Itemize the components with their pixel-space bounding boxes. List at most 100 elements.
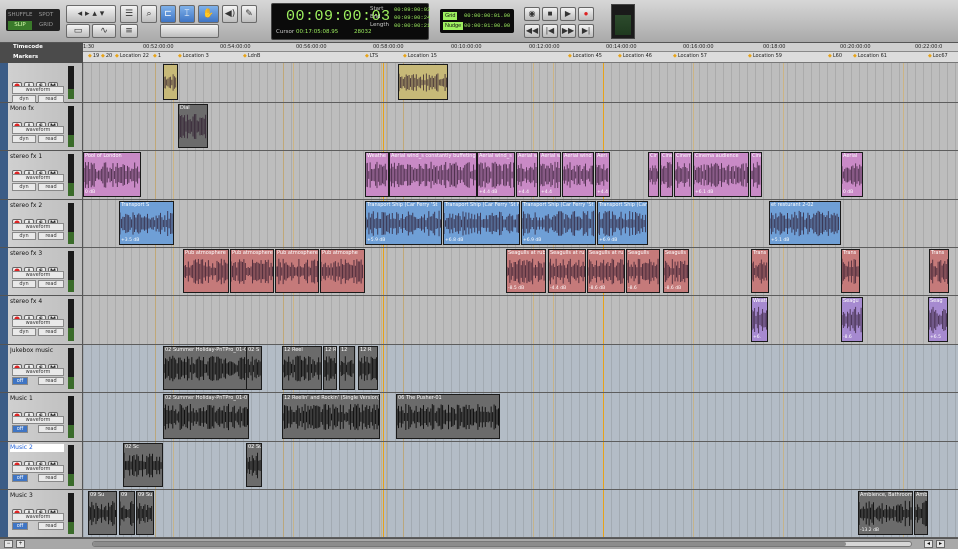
audio-clip[interactable]: Pub atmosphere bbox=[275, 249, 319, 293]
audio-clip[interactable]: 12 R bbox=[358, 346, 378, 390]
audio-clip[interactable] bbox=[163, 64, 178, 100]
automation-selector[interactable]: dyn bbox=[12, 232, 36, 240]
marker-location[interactable]: Location 15 bbox=[403, 53, 437, 59]
audio-clip[interactable]: Transport S +3.5 dB bbox=[119, 201, 174, 245]
automation-mode-selector[interactable]: read bbox=[38, 425, 64, 433]
go-to-end-icon[interactable]: ▶| bbox=[578, 24, 594, 38]
audio-clip[interactable]: Transport Ship (Car Ferry 'St +5.9 dB bbox=[365, 201, 442, 245]
audio-clip[interactable]: 06 The Pusher-01 bbox=[396, 394, 500, 439]
track-name[interactable]: Jukebox music bbox=[10, 347, 64, 355]
forward-icon[interactable]: ▶▶ bbox=[560, 24, 576, 38]
audio-clip[interactable]: Seagu -8.6 bbox=[841, 297, 863, 342]
track-lane[interactable]: 02 Summer Holiday-PnTPro_01-0 02 S 12 Re… bbox=[83, 345, 958, 393]
audio-clip[interactable]: Aerial wind_s +4.4 dB bbox=[477, 152, 515, 197]
track-lane[interactable]: Dial bbox=[83, 103, 958, 151]
track-lane[interactable] bbox=[83, 63, 958, 103]
automation-mode-selector[interactable]: read bbox=[38, 280, 64, 288]
automation-selector[interactable]: off bbox=[12, 522, 28, 530]
grid-label[interactable]: Grid bbox=[443, 12, 458, 20]
track-name[interactable]: stereo fx 1 bbox=[10, 153, 64, 161]
audio-clip[interactable]: Seagulls at rubb -4.4 dB bbox=[548, 249, 586, 293]
audio-clip[interactable]: Trans bbox=[751, 249, 769, 293]
audio-clip[interactable]: Aerial wi +4.4 bbox=[516, 152, 538, 197]
track-header[interactable]: Music 1 ●ISM waveform off read bbox=[0, 393, 83, 442]
nudge-value[interactable]: 00:00:01:00.00 bbox=[464, 22, 510, 30]
audio-clip[interactable]: Weathe bbox=[365, 152, 389, 197]
track-name[interactable]: stereo fx 2 bbox=[10, 202, 64, 210]
rewind-end-icon[interactable]: |◀ bbox=[542, 24, 558, 38]
zoom-toggle-icon[interactable]: ☰ bbox=[120, 5, 138, 23]
audio-clip[interactable]: Seagulls -8.6 bbox=[626, 249, 660, 293]
marker-location[interactable]: Location 59 bbox=[748, 53, 782, 59]
marker-location[interactable]: LdnB bbox=[243, 53, 261, 59]
marker-location[interactable]: Location 46 bbox=[618, 53, 652, 59]
audio-clip[interactable]: Seagulls at rubbish -8.5 dB bbox=[506, 249, 546, 293]
length-value[interactable]: 00:00:00:21 bbox=[394, 22, 430, 29]
track-lane[interactable]: Transport S +3.5 dB Transport Ship (Car … bbox=[83, 200, 958, 248]
track-view-selector[interactable]: waveform bbox=[12, 223, 64, 231]
automation-mode-selector[interactable]: read bbox=[38, 135, 64, 143]
track-header[interactable]: ●ISM waveform dyn read bbox=[0, 63, 83, 103]
start-value[interactable]: 00:09:00:03 bbox=[394, 6, 430, 13]
track-name[interactable]: stereo fx 4 bbox=[10, 298, 64, 306]
automation-mode-selector[interactable]: read bbox=[38, 377, 64, 385]
track-name[interactable]: Music 1 bbox=[10, 395, 64, 403]
audio-clip[interactable]: 09 Su bbox=[136, 491, 154, 535]
marker-location[interactable]: 19 bbox=[88, 53, 99, 59]
audio-clip[interactable]: Trans bbox=[929, 249, 949, 293]
selector-tool-icon[interactable]: ⌶ bbox=[179, 5, 195, 23]
marker-location[interactable]: 1 bbox=[153, 53, 161, 59]
marker-location[interactable]: Location 61 bbox=[853, 53, 887, 59]
scrubber-tool-icon[interactable]: ◀) bbox=[222, 5, 238, 23]
track-view-selector[interactable]: waveform bbox=[12, 126, 64, 134]
track-name[interactable]: Music 3 bbox=[10, 492, 64, 500]
audio-clip[interactable]: 09 bbox=[119, 491, 135, 535]
audio-clip[interactable]: Transport Ship (Car Ferry 'St +6.9 dB bbox=[521, 201, 596, 245]
track-header[interactable]: Music 2 ●ISM waveform off read bbox=[0, 442, 83, 490]
automation-selector[interactable]: off bbox=[12, 377, 28, 385]
automation-selector[interactable]: off bbox=[12, 474, 28, 482]
audio-clip[interactable]: Pub atmosphe bbox=[320, 249, 365, 293]
automation-selector[interactable]: dyn bbox=[12, 183, 36, 191]
track-view-selector[interactable]: waveform bbox=[12, 271, 64, 279]
audio-clip[interactable]: 02 Summer Holiday-PnTPro_01-0 bbox=[163, 394, 249, 439]
slip-mode-button[interactable]: SLIP bbox=[8, 21, 32, 30]
automation-selector[interactable]: off bbox=[12, 425, 28, 433]
automation-mode-selector[interactable]: read bbox=[38, 232, 64, 240]
shuffle-mode-button[interactable]: SHUFFLE bbox=[8, 11, 33, 20]
end-value[interactable]: 00:09:00:24 bbox=[394, 14, 430, 21]
track-header[interactable]: stereo fx 4 ●ISM waveform dyn read bbox=[0, 296, 83, 345]
audio-clip[interactable]: Dial bbox=[178, 104, 208, 148]
marker-location[interactable]: Loc67 bbox=[928, 53, 948, 59]
zoom-in-icon[interactable]: + bbox=[16, 540, 25, 548]
audio-clip[interactable]: Weath +6. bbox=[751, 297, 768, 342]
audio-clip[interactable]: Aerial wi +4.4 bbox=[539, 152, 561, 197]
track-name[interactable]: Mono fx bbox=[10, 105, 64, 113]
trim-tool-icon[interactable]: ⊏ bbox=[160, 5, 176, 23]
audio-clip[interactable]: et resturant 2-02 +5.1 dB bbox=[769, 201, 841, 245]
zoom-preset-icon[interactable]: ▭ bbox=[66, 24, 90, 38]
play-icon[interactable]: ▶ bbox=[560, 7, 576, 21]
markers-ruler[interactable]: 1920Location 22 1 Location 3 LdnB LTS Locatio… bbox=[83, 52, 958, 63]
automation-mode-selector[interactable]: read bbox=[38, 183, 64, 191]
track-name[interactable]: Music 2 bbox=[10, 444, 64, 452]
timecode-ruler[interactable]: 1:30 00:52:00:00 00:54:00:00 00:56:00:00 00:… bbox=[83, 43, 958, 52]
horizontal-scrollbar[interactable] bbox=[92, 541, 912, 547]
marker-location[interactable]: 20 bbox=[101, 53, 112, 59]
audio-clip[interactable]: Cine bbox=[750, 152, 762, 197]
marker-location[interactable]: LTS bbox=[365, 53, 378, 59]
waveform-zoom-icon[interactable]: ∿ bbox=[92, 24, 116, 38]
track-lane[interactable]: Weath +6. Seagu -8.6 Seag +6.5 bbox=[83, 296, 958, 345]
smart-tool-bar[interactable] bbox=[160, 24, 219, 38]
track-view-selector[interactable]: waveform bbox=[12, 465, 64, 473]
marker-location[interactable]: Location 57 bbox=[673, 53, 707, 59]
audio-clip[interactable]: Pub atmosphere bbox=[183, 249, 229, 293]
track-header[interactable]: stereo fx 3 ●ISM waveform dyn read bbox=[0, 248, 83, 296]
audio-clip[interactable] bbox=[398, 64, 448, 100]
track-zoom-icon[interactable]: ≡ bbox=[120, 24, 138, 38]
audio-clip[interactable]: 02 S bbox=[246, 346, 262, 390]
audio-clip[interactable]: 12 Reelin' and Rockin' (Single Version)- bbox=[282, 394, 380, 439]
automation-selector[interactable]: dyn bbox=[12, 280, 36, 288]
audio-clip[interactable]: 12 Reel bbox=[282, 346, 322, 390]
track-view-selector[interactable]: waveform bbox=[12, 416, 64, 424]
